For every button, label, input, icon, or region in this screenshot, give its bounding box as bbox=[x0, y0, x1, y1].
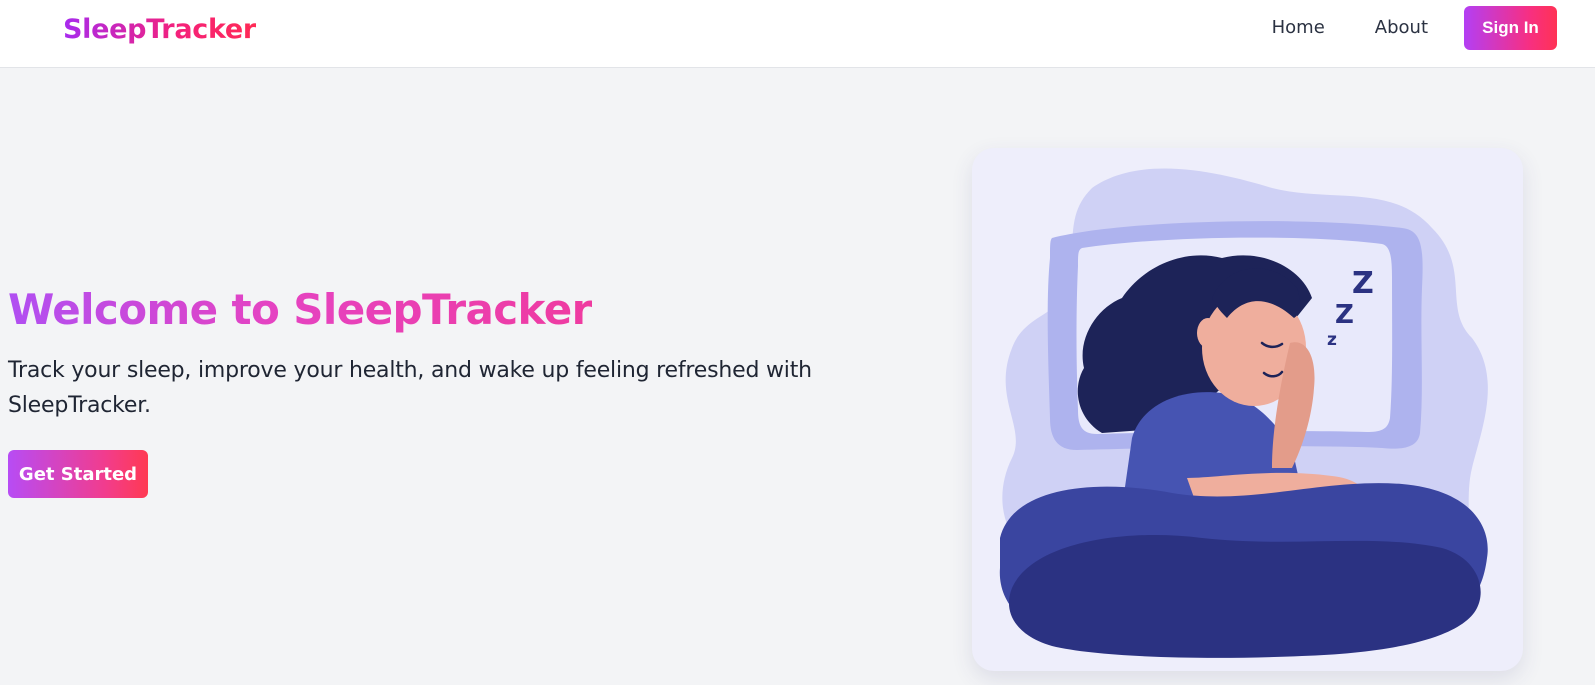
svg-text:z: z bbox=[1327, 330, 1337, 350]
brand-logo[interactable]: SleepTracker bbox=[63, 12, 256, 48]
nav-links: Home About Sign In bbox=[1272, 6, 1557, 50]
hero-description: Track your sleep, improve your health, a… bbox=[8, 358, 812, 418]
sign-in-button[interactable]: Sign In bbox=[1464, 6, 1557, 50]
hero-title: Welcome to SleepTracker bbox=[8, 282, 592, 338]
sleeping-woman-illustration: Z Z z bbox=[972, 148, 1523, 671]
svg-text:Z: Z bbox=[1335, 300, 1354, 330]
top-navbar: SleepTracker Home About Sign In bbox=[0, 0, 1595, 68]
nav-link-home[interactable]: Home bbox=[1272, 16, 1325, 40]
svg-text:Z: Z bbox=[1352, 266, 1374, 301]
get-started-button[interactable]: Get Started bbox=[8, 450, 148, 498]
nav-link-about[interactable]: About bbox=[1375, 16, 1428, 40]
